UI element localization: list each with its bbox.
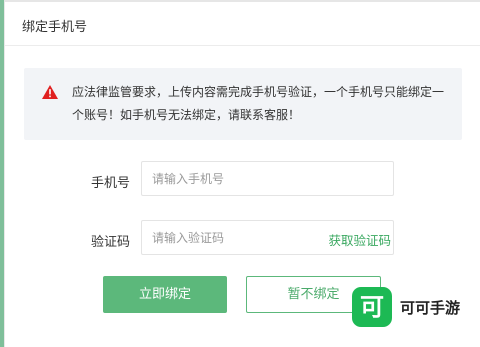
code-label: 验证码: [90, 235, 130, 250]
watermark-logo: 可: [352, 287, 392, 327]
get-code-link[interactable]: 获取验证码: [328, 230, 391, 249]
phone-input[interactable]: [152, 162, 312, 195]
bind-now-button[interactable]: 立即绑定: [103, 276, 227, 313]
notice-text: 应法律监管要求，上传内容需完成手机号验证，一个手机号只能绑定一个账号！如手机号无…: [72, 85, 445, 122]
code-input[interactable]: [152, 221, 312, 254]
phone-field: [141, 161, 394, 196]
bind-phone-dialog: 绑定手机号 应法律监管要求，上传内容需完成手机号验证，一个手机号只能绑定一个账号…: [4, 2, 480, 347]
watermark-text: 可可手游: [400, 299, 461, 317]
code-field: 获取验证码: [141, 220, 394, 255]
phone-label: 手机号: [90, 176, 130, 191]
warning-triangle-icon: [42, 85, 58, 99]
title-divider: [5, 45, 480, 46]
notice-box: 应法律监管要求，上传内容需完成手机号验证，一个手机号只能绑定一个账号！如手机号无…: [24, 68, 462, 140]
dialog-title: 绑定手机号: [22, 20, 88, 35]
watermark: 可 可可手游: [352, 287, 472, 329]
